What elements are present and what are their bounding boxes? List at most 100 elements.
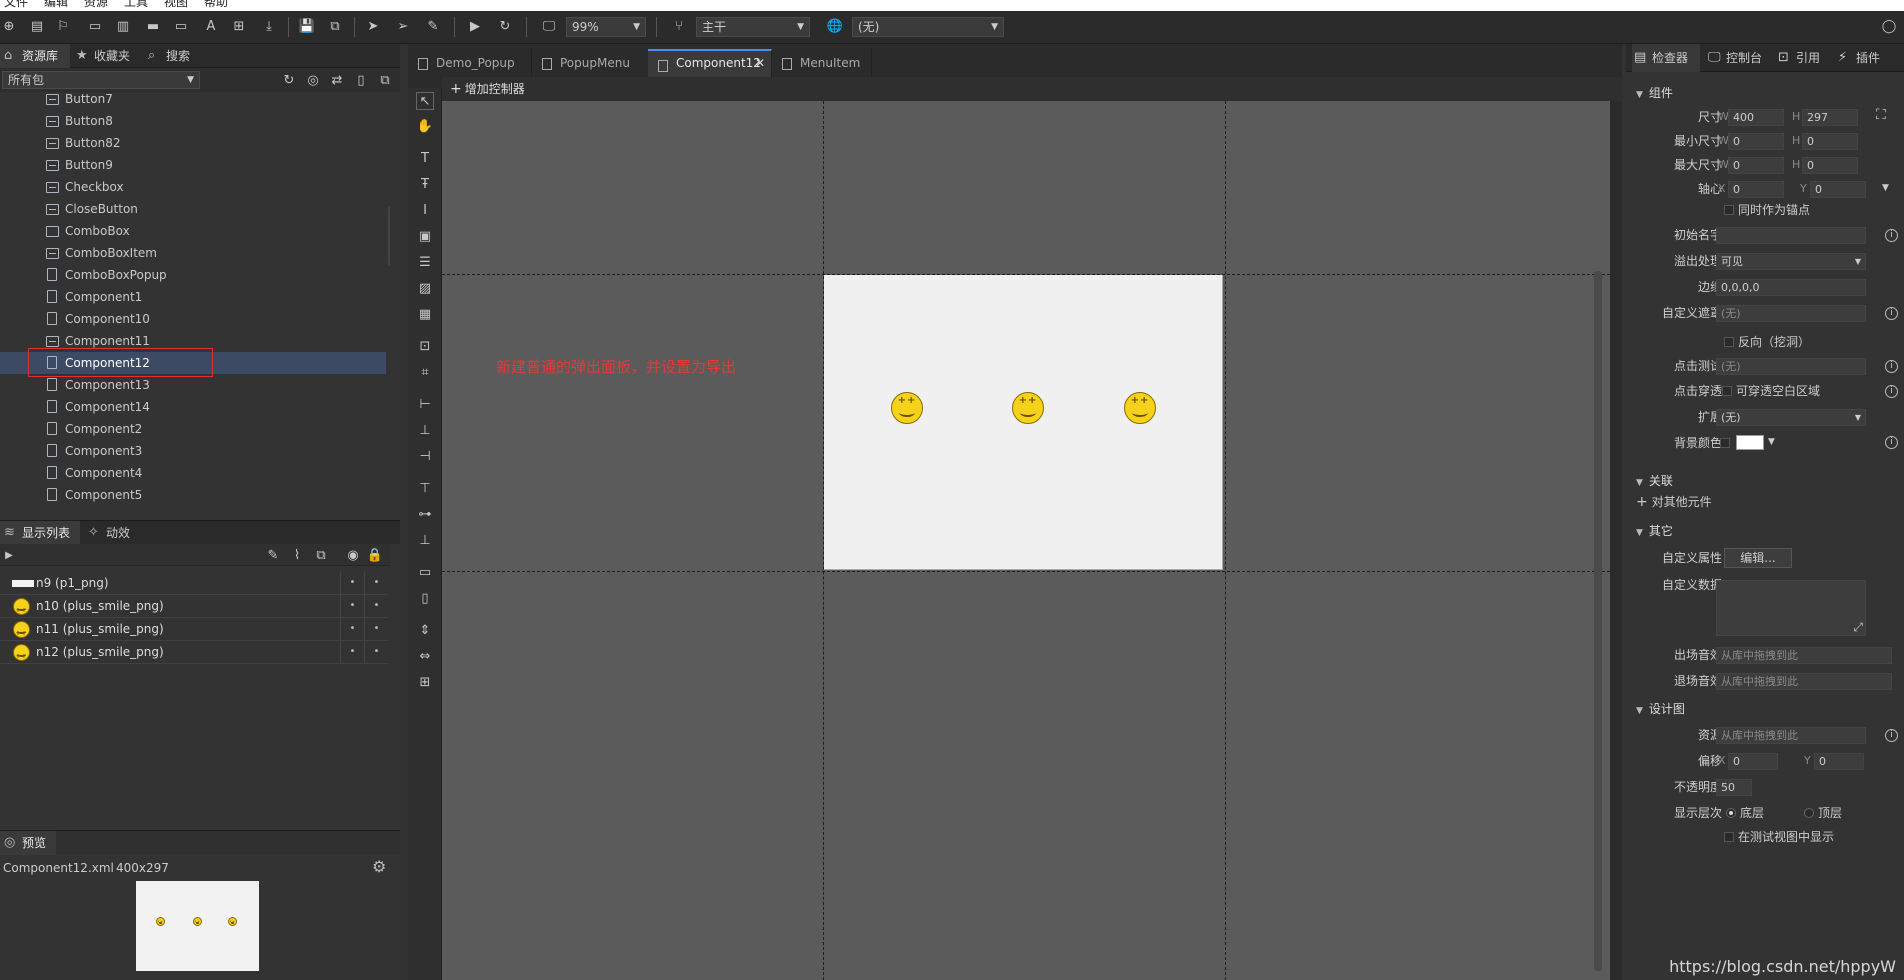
list-item[interactable]: Button9 [0,154,386,176]
distribute-v-icon[interactable]: ⇕ [416,622,434,640]
hand-tool-icon[interactable]: ✋ [416,118,434,136]
new-progress-icon[interactable]: ▬ [144,17,162,35]
new-button-icon[interactable]: ▭ [86,17,104,35]
list-item[interactable]: Button82 [0,132,386,154]
graph-tool-icon[interactable]: ▦ [416,306,434,324]
list-item[interactable]: Button7 [0,92,386,110]
zoom-select[interactable]: 99% ▼ [566,17,646,37]
new-combobox-icon[interactable]: ▥ [114,17,132,35]
locate-icon[interactable]: ◎ [304,71,322,89]
visibility-toggle[interactable]: • [340,618,364,640]
design-canvas[interactable]: 新建普通的弹出面板，并设置为导出 [442,101,1610,980]
new-slider-icon[interactable]: ▭ [172,17,190,35]
refresh-icon[interactable]: ↻ [280,71,298,89]
tab-demo-popup[interactable]: Demo_Popup [408,49,532,77]
init-name-input[interactable] [1716,227,1866,244]
expand-icon[interactable]: ▶ [0,546,18,564]
save-icon[interactable]: 💾 [298,17,316,35]
bookmark-icon[interactable]: ⚐ [54,17,72,35]
list-tool-icon[interactable]: ☰ [416,254,434,272]
info-icon[interactable]: i [1885,729,1898,742]
gear-icon[interactable]: ⚙ [372,857,386,876]
add-relation-button[interactable]: + 对其他元件 [1636,495,1712,509]
list-item[interactable]: ComboBoxItem [0,242,386,264]
exit-sound-input[interactable]: 从库中拖拽到此 [1716,673,1892,690]
min-width-input[interactable]: 0 [1728,133,1784,150]
list-item[interactable]: Button8 [0,110,386,132]
image-tool-icon[interactable]: ▣ [416,228,434,246]
list-item[interactable]: ComboBox [0,220,386,242]
bgcolor-swatch[interactable] [1736,435,1764,450]
new-label-icon[interactable]: A [202,17,220,35]
monitor-icon[interactable]: 🖵 [540,17,558,35]
pivot-anchor-checkbox[interactable] [1724,205,1734,215]
lock-toggle[interactable]: • [364,595,388,617]
list-item[interactable]: Checkbox [0,176,386,198]
list-item[interactable]: Component13 [0,374,386,396]
align-right-icon[interactable]: ⊣ [416,448,434,466]
language-select[interactable]: (无) ▼ [852,17,1004,37]
lock-toggle[interactable]: • [364,618,388,640]
menu-assets[interactable]: 资源 [84,0,108,8]
section-other[interactable]: 其它 [1636,522,1673,539]
visibility-toggle[interactable]: • [340,595,364,617]
list-item[interactable]: Component5 [0,484,386,506]
opacity-input[interactable]: 50 [1716,779,1752,796]
tab-favorites[interactable]: ★ 收藏夹 [72,44,142,68]
list-item[interactable]: Component4 [0,462,386,484]
distribute-h-icon[interactable]: ⇔ [416,648,434,666]
transform-tool-icon[interactable]: ⌗ [416,364,434,382]
hittest-input[interactable]: (无) [1716,358,1866,375]
visibility-toggle[interactable]: • [340,641,364,663]
info-icon[interactable]: i [1885,307,1898,320]
table-row[interactable]: n12 (plus_smile_png) •• [0,641,388,668]
mask-input[interactable]: (无) [1716,305,1866,322]
resource-scrollbar[interactable] [388,206,390,266]
lock-icon[interactable]: 🔒 [366,546,384,564]
design-res-input[interactable]: 从库中拖拽到此 [1716,727,1866,744]
same-width-icon[interactable]: ▭ [416,564,434,582]
smile-icon[interactable] [1012,392,1044,424]
clickthrough-checkbox[interactable] [1722,386,1732,396]
edit-icon[interactable]: ✎ [264,546,282,564]
section-relation[interactable]: 关联 [1636,472,1673,489]
fit-size-icon[interactable]: ⛶ [1876,107,1886,123]
select-tool-icon[interactable]: ↖ [416,92,434,110]
size-height-input[interactable]: 297 [1802,109,1858,126]
tab-component12[interactable]: Component12 ✕ [648,49,772,77]
layer-top-radio[interactable] [1804,808,1814,818]
show-in-test-checkbox[interactable] [1724,832,1734,842]
align-middle-icon[interactable]: ⊶ [416,506,434,524]
chevron-down-icon[interactable]: ▼ [1882,183,1889,193]
tab-display-list[interactable]: ≋ 显示列表 [0,521,80,545]
menu-edit[interactable]: 编辑 [44,0,68,8]
tab-popupmenu[interactable]: PopupMenu [532,49,656,77]
pivot-y-input[interactable]: 0 [1810,181,1866,198]
lock-toggle[interactable]: • [364,641,388,663]
input-tool-icon[interactable]: I [416,202,434,220]
export-icon[interactable]: ⤓ [260,17,278,35]
align-bottom-icon[interactable]: ⊥ [416,532,434,550]
section-design[interactable]: 设计图 [1636,700,1685,717]
eye-icon[interactable]: ◉ [344,546,362,564]
grid-icon[interactable]: ⊞ [416,674,434,692]
group-tool-icon[interactable]: ⊡ [416,338,434,356]
text-tool-icon[interactable]: T [416,150,434,168]
align-left-icon[interactable]: ⊢ [416,396,434,414]
info-icon[interactable]: i [1885,436,1898,449]
swap-icon[interactable]: ⇄ [328,71,346,89]
table-row[interactable]: n10 (plus_smile_png) •• [0,595,388,622]
play-icon[interactable]: ▶ [466,17,484,35]
list-item[interactable]: Component3 [0,440,386,462]
offset-y-input[interactable]: 0 [1814,753,1864,770]
user-icon[interactable]: ◯ [1880,17,1898,35]
table-row[interactable]: n11 (plus_smile_png) •• [0,618,388,645]
list-item[interactable]: CloseButton [0,198,386,220]
list-item[interactable]: Component1 [0,286,386,308]
refresh-icon[interactable]: ↻ [496,17,514,35]
chevron-down-icon[interactable]: ▼ [1768,437,1775,447]
richtext-tool-icon[interactable]: Ŧ [416,176,434,194]
bgcolor-checkbox[interactable] [1720,438,1730,448]
canvas-scrollbar[interactable] [1594,271,1602,971]
lock-toggle[interactable]: • [364,572,388,594]
